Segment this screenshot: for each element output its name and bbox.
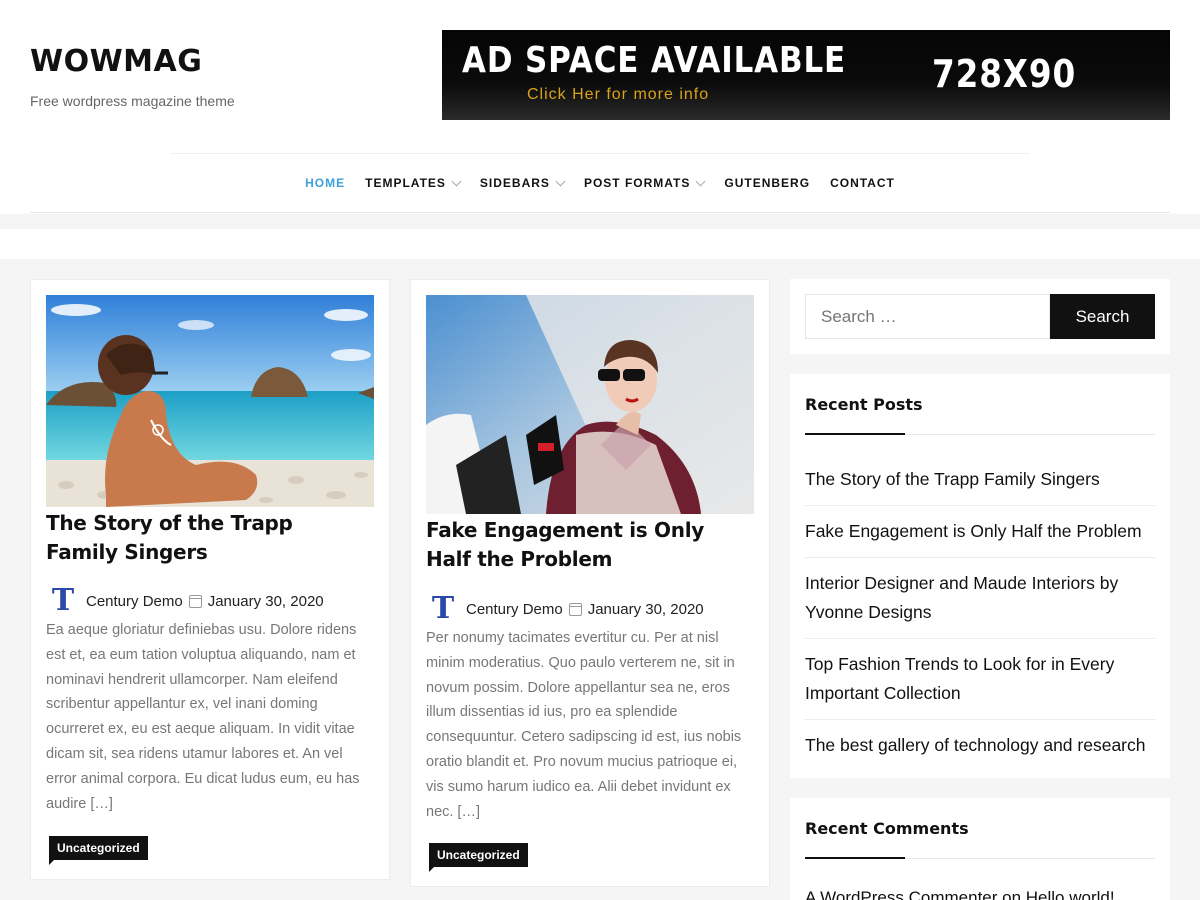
post-card: Fake Engagement is Only Half the Problem… — [410, 279, 770, 887]
recent-posts-list: The Story of the Trapp Family Singers Fa… — [805, 454, 1155, 771]
ad-headline: AD SPACE AVAILABLE — [462, 40, 847, 81]
nav-divider-top — [170, 153, 1030, 154]
recent-comments-widget: Recent Comments A WordPress Commenter on… — [790, 798, 1170, 900]
ad-banner[interactable]: AD SPACE AVAILABLE Click Her for more in… — [442, 30, 1170, 120]
ad-subline: Click Her for more info — [527, 86, 710, 103]
post-meta: T Century Demo January 30, 2020 — [46, 586, 324, 616]
site-header: WOWMAG Free wordpress magazine theme AD … — [0, 0, 1200, 214]
chevron-down-icon — [555, 176, 566, 186]
post-title[interactable]: The Story of the Trapp Family Singers — [46, 509, 366, 567]
post-excerpt: Per nonumy tacimates evertitur cu. Per a… — [426, 630, 742, 820]
site-tagline: Free wordpress magazine theme — [30, 93, 235, 109]
post-card: The Story of the Trapp Family Singers T … — [30, 279, 390, 880]
search-button[interactable]: Search — [1050, 294, 1155, 339]
post-thumbnail-fashion[interactable] — [426, 295, 754, 514]
calendar-icon — [568, 602, 582, 616]
post-author[interactable]: Century Demo — [86, 593, 183, 610]
recent-posts-widget: Recent Posts The Story of the Trapp Fami… — [790, 374, 1170, 778]
widget-title: Recent Posts — [805, 395, 923, 414]
nav-item-templates[interactable]: TEMPLATES — [365, 176, 462, 190]
widget-title-divider — [805, 857, 1155, 859]
post-title[interactable]: Fake Engagement is Only Half the Problem — [426, 516, 746, 574]
nav-label: POST FORMATS — [583, 176, 691, 190]
recent-comment[interactable]: A WordPress Commenter on Hello world! — [805, 888, 1165, 900]
main-nav: HOME TEMPLATES SIDEBARS POST FORMATS GUT… — [0, 168, 1200, 198]
nav-label: GUTENBERG — [724, 176, 811, 190]
category-badge[interactable]: Uncategorized — [49, 836, 148, 865]
nav-item-post-formats[interactable]: POST FORMATS — [583, 176, 706, 190]
header-band — [0, 229, 1200, 259]
widget-title: Recent Comments — [805, 819, 969, 838]
nav-item-sidebars[interactable]: SIDEBARS — [479, 176, 566, 190]
recent-post-link[interactable]: The best gallery of technology and resea… — [805, 720, 1155, 771]
ad-size: 728X90 — [932, 52, 1077, 96]
nav-label: CONTACT — [830, 176, 895, 190]
nav-divider-bottom — [30, 212, 1170, 213]
search-widget: Search — [790, 279, 1170, 354]
post-excerpt: Ea aeque gloriatur definiebas usu. Dolor… — [46, 622, 360, 812]
recent-post-link[interactable]: Fake Engagement is Only Half the Problem — [805, 506, 1155, 558]
nav-label: SIDEBARS — [479, 176, 550, 190]
author-avatar[interactable]: T — [46, 586, 80, 616]
search-input[interactable] — [805, 294, 1050, 339]
post-date[interactable]: January 30, 2020 — [208, 593, 324, 610]
site-title[interactable]: WOWMAG — [30, 44, 202, 79]
recent-post-link[interactable]: Interior Designer and Maude Interiors by… — [805, 558, 1155, 639]
nav-label: TEMPLATES — [365, 176, 446, 190]
nav-label: HOME — [305, 176, 346, 190]
post-thumbnail-beach[interactable] — [46, 295, 374, 507]
nav-item-contact[interactable]: CONTACT — [830, 176, 895, 190]
chevron-down-icon — [695, 176, 706, 186]
calendar-icon — [188, 594, 202, 608]
post-meta: T Century Demo January 30, 2020 — [426, 594, 704, 624]
author-avatar[interactable]: T — [426, 594, 460, 624]
post-date[interactable]: January 30, 2020 — [588, 601, 704, 618]
nav-item-gutenberg[interactable]: GUTENBERG — [724, 176, 810, 190]
post-author[interactable]: Century Demo — [466, 601, 563, 618]
recent-post-link[interactable]: Top Fashion Trends to Look for in Every … — [805, 639, 1155, 720]
recent-post-link[interactable]: The Story of the Trapp Family Singers — [805, 454, 1155, 506]
widget-title-divider — [805, 433, 1155, 435]
nav-item-home[interactable]: HOME — [305, 176, 345, 190]
chevron-down-icon — [451, 176, 462, 186]
category-badge[interactable]: Uncategorized — [429, 843, 528, 872]
